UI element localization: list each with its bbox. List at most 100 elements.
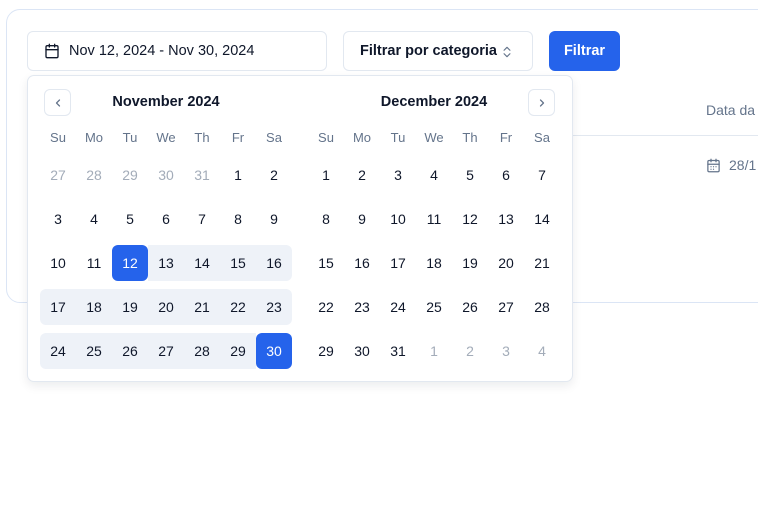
day-cell-range[interactable]: 16 <box>256 245 292 281</box>
day-cell[interactable]: 10 <box>380 201 416 237</box>
day-cell[interactable]: 16 <box>344 245 380 281</box>
day-cell-range[interactable]: 25 <box>76 333 112 369</box>
week-row: 22 23 24 25 26 27 28 <box>308 289 560 325</box>
day-cell[interactable]: 25 <box>416 289 452 325</box>
day-cell[interactable]: 3 <box>380 157 416 193</box>
day-cell[interactable]: 15 <box>308 245 344 281</box>
week-row: 17 18 19 20 21 22 23 <box>40 289 292 325</box>
weekday-label: Sa <box>534 130 550 145</box>
table-cell-date: 28/1 <box>706 157 756 173</box>
day-cell[interactable]: 10 <box>40 245 76 281</box>
day-cell[interactable]: 19 <box>452 245 488 281</box>
day-cell-range[interactable]: 22 <box>220 289 256 325</box>
day-cell[interactable]: 5 <box>452 157 488 193</box>
day-cell[interactable]: 1 <box>416 333 452 369</box>
day-cell[interactable]: 8 <box>220 201 256 237</box>
day-cell[interactable]: 30 <box>344 333 380 369</box>
day-cell[interactable]: 7 <box>524 157 560 193</box>
day-cell[interactable]: 1 <box>308 157 344 193</box>
table-header-divider <box>572 135 758 136</box>
day-cell[interactable]: 2 <box>452 333 488 369</box>
table-column-header-date[interactable]: Data da <box>706 102 755 118</box>
category-select-label: Filtrar por categoria <box>360 43 497 59</box>
weekday-label: We <box>156 130 176 145</box>
day-cell[interactable]: 28 <box>524 289 560 325</box>
category-select[interactable]: Filtrar por categoria <box>343 31 533 71</box>
day-cell[interactable]: 2 <box>344 157 380 193</box>
day-cell[interactable]: 4 <box>416 157 452 193</box>
day-cell-range[interactable]: 19 <box>112 289 148 325</box>
day-cell-range[interactable]: 23 <box>256 289 292 325</box>
day-cell[interactable]: 30 <box>148 157 184 193</box>
date-range-value: Nov 12, 2024 - Nov 30, 2024 <box>69 43 255 59</box>
day-cell[interactable]: 22 <box>308 289 344 325</box>
day-cell[interactable]: 27 <box>488 289 524 325</box>
day-cell-range[interactable]: 20 <box>148 289 184 325</box>
month-caption-december: December 2024 <box>380 94 488 110</box>
weekday-label: We <box>424 130 444 145</box>
day-cell[interactable]: 23 <box>344 289 380 325</box>
day-cell-range[interactable]: 24 <box>40 333 76 369</box>
day-cell[interactable]: 28 <box>76 157 112 193</box>
weekday-label: Sa <box>266 130 282 145</box>
day-cell-range[interactable]: 26 <box>112 333 148 369</box>
day-cell[interactable]: 29 <box>308 333 344 369</box>
day-cell[interactable]: 18 <box>416 245 452 281</box>
day-cell[interactable]: 17 <box>380 245 416 281</box>
weekday-label: Mo <box>352 130 372 145</box>
day-cell[interactable]: 1 <box>220 157 256 193</box>
weekday-label: Tu <box>122 130 138 145</box>
day-cell[interactable]: 24 <box>380 289 416 325</box>
day-cell[interactable]: 12 <box>452 201 488 237</box>
day-cell[interactable]: 31 <box>380 333 416 369</box>
day-cell[interactable]: 6 <box>488 157 524 193</box>
day-cell[interactable]: 6 <box>148 201 184 237</box>
weekday-label: Su <box>318 130 334 145</box>
chevrons-up-down-icon <box>503 46 511 58</box>
weekday-label: Th <box>194 130 210 145</box>
day-cell[interactable]: 26 <box>452 289 488 325</box>
weekday-label: Th <box>462 130 478 145</box>
day-cell[interactable]: 4 <box>76 201 112 237</box>
day-cell-range[interactable]: 18 <box>76 289 112 325</box>
day-cell[interactable]: 14 <box>524 201 560 237</box>
week-row: 10 11 12 13 14 15 16 <box>40 245 292 281</box>
filter-button[interactable]: Filtrar <box>549 31 620 71</box>
week-row: 24 25 26 27 28 29 30 <box>40 333 292 369</box>
day-cell-start[interactable]: 12 <box>112 245 148 281</box>
day-cell[interactable]: 9 <box>256 201 292 237</box>
day-cell-range[interactable]: 13 <box>148 245 184 281</box>
day-cell[interactable]: 31 <box>184 157 220 193</box>
day-cell[interactable]: 3 <box>40 201 76 237</box>
day-cell-range[interactable]: 17 <box>40 289 76 325</box>
date-range-picker-button[interactable]: Nov 12, 2024 - Nov 30, 2024 <box>27 31 327 71</box>
day-cell-range[interactable]: 27 <box>148 333 184 369</box>
day-cell-range[interactable]: 29 <box>220 333 256 369</box>
day-cell[interactable]: 4 <box>524 333 560 369</box>
day-cell[interactable]: 5 <box>112 201 148 237</box>
week-row: 1234567 <box>308 157 560 193</box>
day-cell-range[interactable]: 15 <box>220 245 256 281</box>
day-cell[interactable]: 27 <box>40 157 76 193</box>
week-row: 3456789 <box>40 201 292 237</box>
day-cell[interactable]: 3 <box>488 333 524 369</box>
day-cell[interactable]: 11 <box>416 201 452 237</box>
day-cell[interactable]: 8 <box>308 201 344 237</box>
day-cell[interactable]: 7 <box>184 201 220 237</box>
day-cell-range[interactable]: 28 <box>184 333 220 369</box>
week-row: 15 16 17 18 19 20 21 <box>308 245 560 281</box>
weekday-header-row: Su Mo Tu We Th Fr Sa <box>308 126 560 150</box>
weekday-label: Tu <box>390 130 406 145</box>
day-cell-range[interactable]: 21 <box>184 289 220 325</box>
day-cell[interactable]: 2 <box>256 157 292 193</box>
day-cell[interactable]: 11 <box>76 245 112 281</box>
table-cell-date-value: 28/1 <box>729 157 757 173</box>
day-cell[interactable]: 13 <box>488 201 524 237</box>
calendar-icon <box>707 158 720 172</box>
day-cell[interactable]: 20 <box>488 245 524 281</box>
day-cell[interactable]: 21 <box>524 245 560 281</box>
day-cell-end[interactable]: 30 <box>256 333 292 369</box>
day-cell[interactable]: 29 <box>112 157 148 193</box>
day-cell[interactable]: 9 <box>344 201 380 237</box>
day-cell-range[interactable]: 14 <box>184 245 220 281</box>
